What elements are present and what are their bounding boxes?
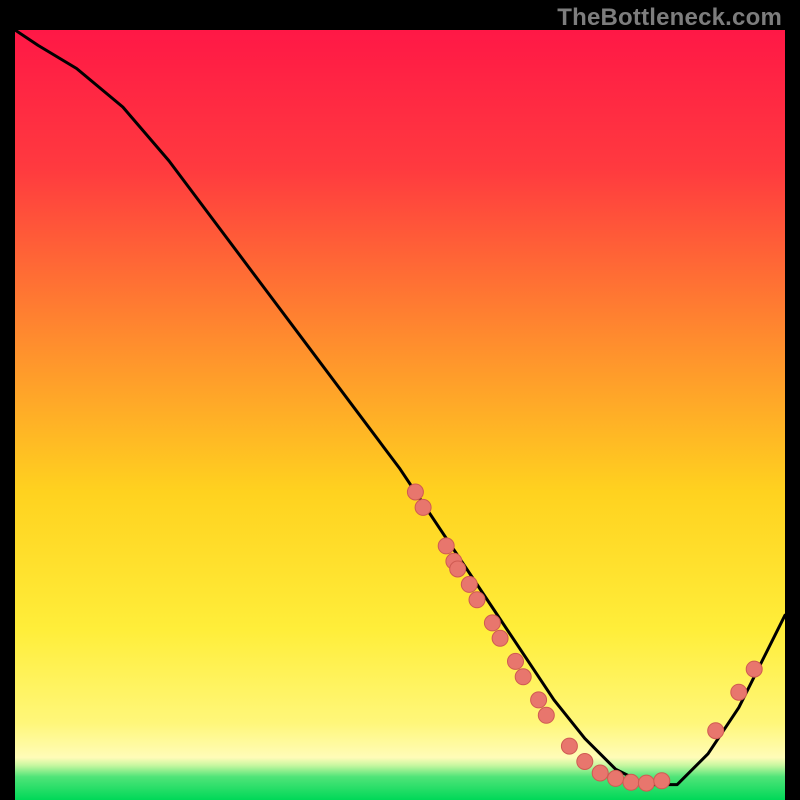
data-point (415, 499, 431, 515)
data-point (438, 538, 454, 554)
gradient-background (15, 30, 785, 800)
data-point (492, 630, 508, 646)
watermark-text: TheBottleneck.com (557, 4, 782, 32)
data-point (531, 692, 547, 708)
chart-frame (15, 30, 785, 800)
data-point (538, 707, 554, 723)
data-point (484, 615, 500, 631)
data-point (407, 484, 423, 500)
data-point (561, 738, 577, 754)
data-point (623, 774, 639, 790)
data-point (577, 754, 593, 770)
data-point (608, 770, 624, 786)
data-point (469, 592, 485, 608)
data-point (746, 661, 762, 677)
data-point (654, 773, 670, 789)
data-point (592, 765, 608, 781)
data-point (508, 653, 524, 669)
bottleneck-chart (15, 30, 785, 800)
data-point (638, 775, 654, 791)
data-point (450, 561, 466, 577)
data-point (708, 723, 724, 739)
data-point (461, 576, 477, 592)
data-point (731, 684, 747, 700)
data-point (515, 669, 531, 685)
